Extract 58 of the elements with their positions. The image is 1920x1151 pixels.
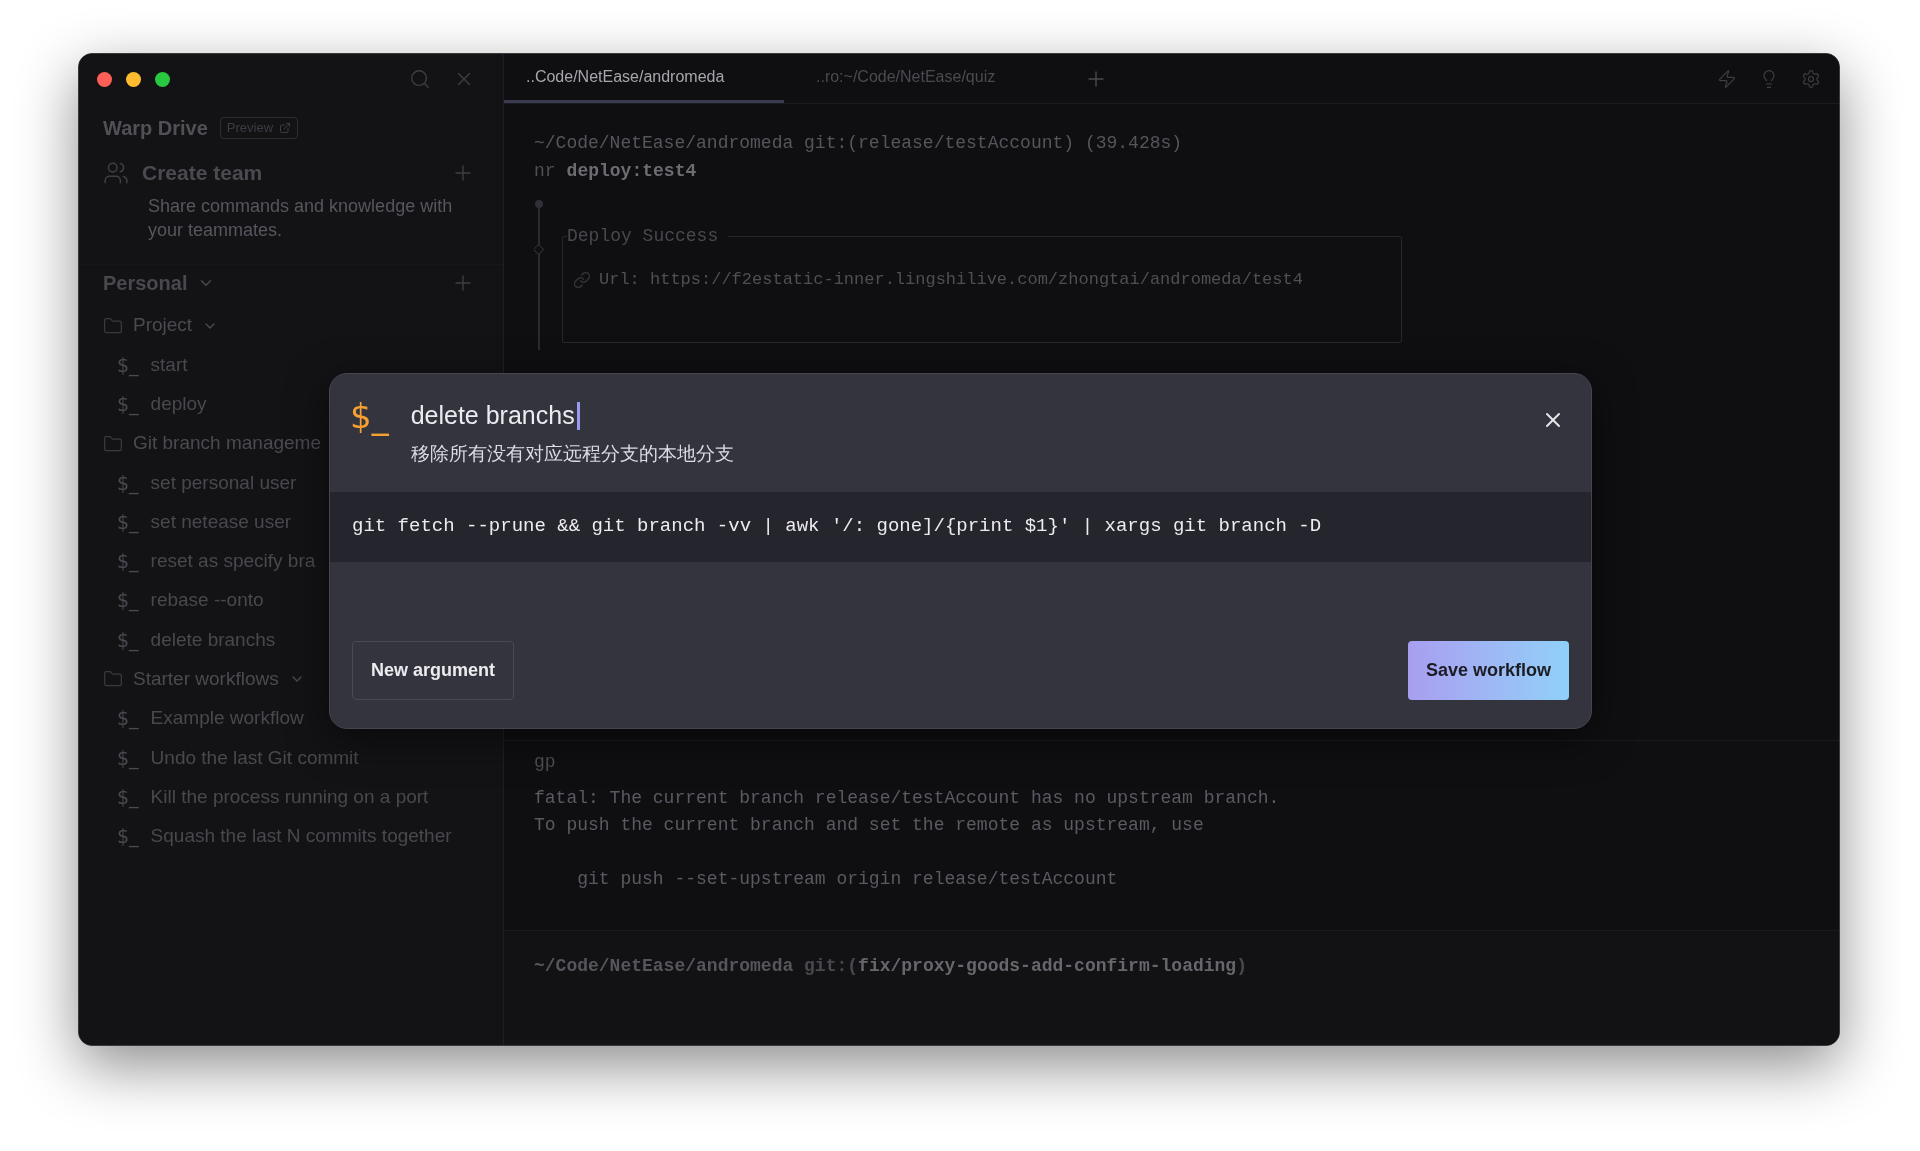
settings-icon[interactable]: [1801, 68, 1821, 89]
new-argument-button[interactable]: New argument: [352, 641, 515, 700]
link-icon: [573, 270, 591, 289]
workflow-icon: $_: [117, 782, 139, 812]
create-team-label[interactable]: Create team: [142, 157, 263, 189]
workflow-icon: $_: [117, 743, 139, 773]
folder-icon: [103, 315, 123, 336]
workflow-item[interactable]: Kill the process running on a port: [150, 782, 429, 812]
workflow-item[interactable]: start: [150, 350, 188, 380]
minimize-window-button[interactable]: [126, 71, 141, 87]
input-prompt: ~/Code/NetEase/andromeda git:(fix/proxy-goods-add-confirm-loading): [534, 956, 1247, 976]
folder-icon: [103, 433, 123, 454]
folder-label[interactable]: Starter workflows: [133, 665, 279, 694]
workflow-icon: $_: [117, 507, 139, 537]
command-text: deploy:test4: [566, 160, 697, 183]
terminal-tab[interactable]: ..ro:~/Code/NetEase/quiz: [784, 54, 1064, 103]
workflow-item[interactable]: Example workflow: [150, 704, 304, 733]
workflow-item[interactable]: reset as specify bra: [150, 547, 316, 576]
save-workflow-button[interactable]: Save workflow: [1407, 641, 1569, 700]
folder-label[interactable]: Project: [133, 311, 193, 340]
workflow-icon: $_: [117, 625, 139, 655]
output-line: git push --set-upstream origin release/testAccount: [576, 868, 1118, 891]
workflow-icon: $_: [117, 704, 139, 733]
workflow-icon: $_: [117, 822, 139, 851]
workflow-icon: $_: [350, 398, 389, 434]
workflow-item[interactable]: Squash the last N commits together: [150, 822, 452, 851]
workflow-item[interactable]: set personal user: [150, 468, 297, 498]
create-team-description: Share commands and knowledge with your teammates.: [147, 195, 454, 242]
workflow-item[interactable]: set netease user: [150, 507, 292, 537]
text-cursor: [576, 402, 580, 430]
prompt-line: ~/Code/NetEase/andromeda git:(release/testAccount) (39.428s): [534, 132, 1184, 155]
workflow-item[interactable]: Undo the last Git commit: [150, 743, 359, 773]
workflow-item[interactable]: deploy: [150, 390, 207, 419]
command-text: gp: [534, 751, 557, 774]
workflow-description[interactable]: 移除所有没有对应远程分支的本地分支: [410, 440, 734, 469]
command-prefix: nr: [534, 160, 556, 183]
workflow-item[interactable]: rebase --onto: [150, 586, 264, 615]
deploy-url: Url: https://f2estatic-inner.lingshilive.com/zhongtai/andromeda/test4: [599, 269, 1303, 291]
folder-label[interactable]: Git branch manageme: [133, 429, 321, 458]
close-window-button[interactable]: [97, 71, 112, 87]
external-link-icon: [279, 122, 292, 134]
terminal-tab[interactable]: ..Code/NetEase/andromeda: [504, 54, 784, 103]
workflow-icon: $_: [117, 547, 139, 576]
workflow-icon: $_: [117, 350, 139, 380]
workflow-icon: $_: [117, 390, 139, 419]
sidebar-title: Warp Drive: [103, 116, 208, 141]
workflow-icon: $_: [117, 468, 139, 498]
search-icon[interactable]: [409, 68, 431, 90]
workflow-icon: $_: [117, 586, 139, 615]
output-line: To push the current branch and set the remote as upstream, use: [534, 814, 1204, 837]
output-line: fatal: The current branch release/testAccount has no upstream branch.: [534, 787, 1280, 810]
workflow-item[interactable]: delete branchs: [150, 625, 276, 655]
lightning-icon[interactable]: [1717, 68, 1737, 89]
workflow-title-field[interactable]: delete branchs: [410, 397, 575, 435]
command-field[interactable]: git fetch --prune && git branch -vv | awk '/: gone]/{print $1}' | xargs git branch -D: [330, 491, 1591, 562]
section-label[interactable]: Personal: [103, 267, 188, 298]
zoom-window-button[interactable]: [155, 71, 170, 87]
team-icon: [103, 160, 129, 186]
